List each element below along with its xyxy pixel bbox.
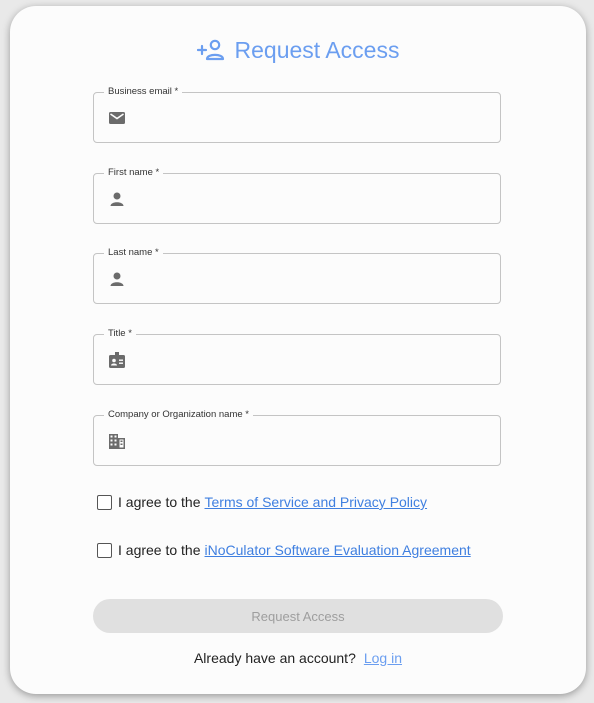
title-label: Title *	[104, 328, 136, 340]
request-access-button[interactable]: Request Access	[93, 599, 503, 633]
building-icon	[108, 432, 126, 450]
request-access-card: Request Access Business email * First na…	[10, 6, 586, 694]
page-header: Request Access	[10, 36, 586, 64]
title-field[interactable]: Title *	[93, 328, 501, 385]
evaluation-agreement-link[interactable]: iNoCulator Software Evaluation Agreement	[205, 542, 471, 558]
page-title: Request Access	[234, 37, 400, 63]
last-name-input[interactable]	[138, 264, 492, 296]
login-link[interactable]: Log in	[364, 650, 402, 666]
company-input[interactable]	[138, 426, 492, 458]
evaluation-agreement-row: I agree to the iNoCulator Software Evalu…	[97, 542, 471, 558]
first-name-input[interactable]	[138, 184, 492, 216]
title-input[interactable]	[138, 345, 492, 377]
terms-prefix: I agree to the	[118, 494, 201, 510]
last-name-field[interactable]: Last name *	[93, 247, 501, 304]
terms-agreement-row: I agree to the Terms of Service and Priv…	[97, 494, 427, 510]
terms-link[interactable]: Terms of Service and Privacy Policy	[205, 494, 428, 510]
terms-checkbox[interactable]	[97, 494, 112, 510]
business-email-field[interactable]: Business email *	[93, 86, 501, 143]
business-email-label: Business email *	[104, 86, 183, 98]
first-name-field[interactable]: First name *	[93, 167, 501, 224]
first-name-label: First name *	[104, 167, 164, 179]
company-field[interactable]: Company or Organization name *	[93, 409, 501, 466]
evaluation-checkbox[interactable]	[97, 542, 112, 558]
already-account-text: Already have an account?	[193, 650, 356, 666]
evaluation-prefix: I agree to the	[118, 542, 201, 558]
business-email-input[interactable]	[138, 103, 492, 135]
company-label: Company or Organization name *	[104, 409, 253, 421]
badge-icon	[108, 351, 126, 369]
last-name-label: Last name *	[104, 247, 163, 259]
login-footer: Already have an account? Log in	[10, 650, 586, 666]
person-icon	[108, 270, 126, 288]
person-add-icon	[196, 38, 227, 62]
mail-icon	[108, 109, 126, 127]
person-icon	[108, 190, 126, 208]
